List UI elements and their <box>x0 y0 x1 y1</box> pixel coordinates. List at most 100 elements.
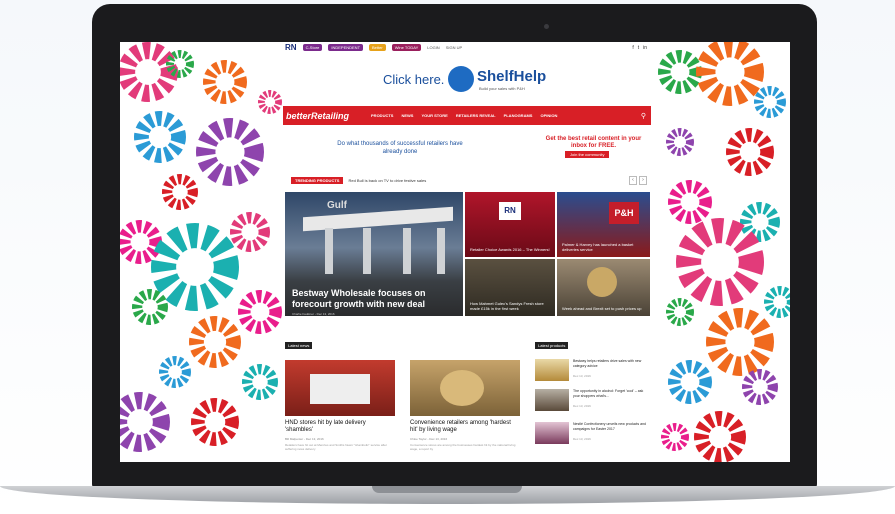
flower-decoration <box>742 369 778 405</box>
canopy-pillar <box>363 228 371 274</box>
rn-logo[interactable]: RN <box>285 43 297 52</box>
flower-decoration <box>661 423 689 451</box>
canopy-pillar <box>403 228 411 274</box>
flower-decoration <box>668 360 712 404</box>
flower-decoration <box>133 110 187 164</box>
promo-right-text: Get the best retail content in your inbo… <box>545 136 642 149</box>
flower-decoration <box>705 307 775 377</box>
laptop-screen: RN C-Store INDEPENDENT Better Wine TODAY… <box>120 42 790 462</box>
flower-decoration <box>658 50 702 94</box>
tile-caption: Palmer & Harvey has launched a basket de… <box>562 242 634 252</box>
tile-caption: Retailer Choice Awards 2016 – The Winner… <box>470 247 550 252</box>
canopy-pillar <box>325 228 333 274</box>
next-arrow-icon[interactable]: › <box>639 176 647 185</box>
flower-decoration <box>696 42 764 106</box>
rn-awards-logo: RN <box>499 202 521 220</box>
flower-decoration <box>739 201 781 243</box>
main-nav: betterRetailing PRODUCTS NEWS YOUR STORE… <box>283 106 651 125</box>
product-thumbnail <box>535 422 569 444</box>
join-community-button[interactable]: Join the community <box>565 151 610 158</box>
flower-decoration <box>191 398 239 446</box>
nav-opinion[interactable]: OPINION <box>540 113 557 118</box>
story-tile-ph[interactable]: P&H Palmer & Harvey has launched a baske… <box>557 192 650 257</box>
cstore-link[interactable]: C-Store <box>302 44 323 51</box>
trending-tag: TRENDING PRODUCTS <box>291 177 344 184</box>
latest-products-heading: Latest products <box>535 342 569 349</box>
wine-today-link[interactable]: Wine TODAY <box>391 44 422 51</box>
shelfhelp-banner[interactable]: Click here. ShelfHelp Build your sales w… <box>283 56 651 102</box>
flower-decoration <box>120 392 170 452</box>
coin-stack <box>587 267 617 297</box>
product-item[interactable]: Bestway helps retailers drive sales with… <box>535 357 650 385</box>
nav-news[interactable]: NEWS <box>401 113 413 118</box>
nav-retailers-reveal[interactable]: RETAILERS REVEAL <box>456 113 496 118</box>
trending-bar: TRENDING PRODUCTS Red Bull is back on TV… <box>291 176 647 185</box>
story-tile-awards[interactable]: RN Retailer Choice Awards 2016 – The Win… <box>465 192 555 257</box>
site-logo[interactable]: betterRetailing <box>286 111 349 121</box>
hero-meta: Charlie Faulkner - Dec 13, 2016 <box>292 312 335 316</box>
flower-decoration <box>753 85 787 119</box>
banner-brand: ShelfHelp <box>477 68 547 85</box>
flower-decoration <box>694 411 746 462</box>
flower-decoration <box>132 289 168 325</box>
website: RN C-Store INDEPENDENT Better Wine TODAY… <box>283 42 651 462</box>
signup-link[interactable]: SIGN UP <box>446 45 462 50</box>
utility-bar: RN C-Store INDEPENDENT Better Wine TODAY… <box>283 42 651 53</box>
news-card-meta: Chloe Taylor - Dec 13, 2016 <box>410 437 448 441</box>
product-item[interactable]: Nestlé Confectionery unveils new product… <box>535 420 650 448</box>
flower-decoration <box>257 89 283 115</box>
newspaper-stack <box>310 374 370 404</box>
promo-left-text: Do what thousands of successful retailer… <box>337 141 463 155</box>
independent-link[interactable]: INDEPENDENT <box>328 44 364 51</box>
product-title: Bestway helps retailers drive sales with… <box>573 359 642 368</box>
search-icon[interactable]: ⚲ <box>641 112 646 120</box>
login-link[interactable]: LOGIN <box>427 45 439 50</box>
newsletter-promo: Do what thousands of successful retailer… <box>283 134 651 166</box>
product-date: Dec 13, 2016 <box>573 437 591 441</box>
nav-products[interactable]: PRODUCTS <box>371 113 393 118</box>
flower-decoration <box>242 364 278 400</box>
coin-stack <box>440 370 484 406</box>
flower-decoration <box>151 223 239 311</box>
hero-title: Bestway Wholesale focuses on forecourt g… <box>292 288 426 309</box>
news-card-image[interactable] <box>285 360 395 416</box>
twitter-icon[interactable]: t <box>638 45 639 51</box>
flower-decoration <box>668 180 712 224</box>
product-date: Dec 13, 2016 <box>573 404 591 408</box>
product-thumbnail <box>535 389 569 411</box>
news-card-title[interactable]: HND stores hit by late delivery 'shamble… <box>285 420 395 434</box>
flower-decoration <box>238 290 282 334</box>
flower-decoration <box>158 355 192 389</box>
product-title: Nestlé Confectionery unveils new product… <box>573 422 646 431</box>
latest-news-heading: Latest news <box>285 342 313 349</box>
flower-decoration <box>666 128 694 156</box>
tile-caption: How Mahmet Gulec's Sandys Fresh store ma… <box>470 301 544 311</box>
linkedin-icon[interactable]: in <box>643 45 647 51</box>
story-tile-sandys[interactable]: How Mahmet Gulec's Sandys Fresh store ma… <box>465 259 555 316</box>
nav-planograms[interactable]: PLANOGRAMS <box>504 113 533 118</box>
banner-click-text: Click here. <box>383 72 445 87</box>
news-card-image[interactable] <box>410 360 520 416</box>
shelfhelp-logo-icon <box>448 66 474 92</box>
prev-arrow-icon[interactable]: ‹ <box>629 176 637 185</box>
flower-decoration <box>229 211 271 253</box>
product-thumbnail <box>535 359 569 381</box>
flower-decoration <box>162 174 198 210</box>
news-card-excerpt: Retailers have hit out at Menzies and Sm… <box>285 443 387 451</box>
camera-icon <box>544 24 549 29</box>
hero-story[interactable]: Gulf Bestway Wholesale focuses on foreco… <box>285 192 463 316</box>
news-card-excerpt: Convenience stores are among the busines… <box>410 443 516 451</box>
flower-decoration <box>203 60 247 104</box>
canopy-pillar <box>437 228 445 274</box>
flower-decoration <box>676 218 764 306</box>
better-link[interactable]: Better <box>369 44 386 51</box>
story-tile-brexit[interactable]: Week ahead and Brexit set to push prices… <box>557 259 650 316</box>
flower-decoration <box>120 42 178 102</box>
tile-caption: Week ahead and Brexit set to push prices… <box>562 306 642 311</box>
facebook-icon[interactable]: f <box>632 45 633 51</box>
trending-link[interactable]: Red Bull is back on TV to drive festive … <box>348 178 426 183</box>
product-item[interactable]: The opportunity in alcohol: Forget 'cool… <box>535 387 650 415</box>
banner-subtitle: Build your sales with P&H <box>479 86 525 91</box>
nav-your-store[interactable]: YOUR STORE <box>421 113 447 118</box>
news-card-title[interactable]: Convenience retailers among 'hardest hit… <box>410 420 520 434</box>
